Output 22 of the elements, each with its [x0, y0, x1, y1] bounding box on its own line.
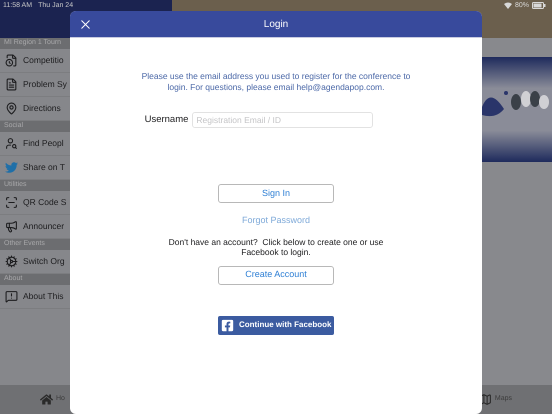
megaphone-icon	[5, 220, 18, 233]
login-instructions: Please use the email address you used to register for the conference to login. For questions, please email help@agendapop.com.	[140, 71, 412, 93]
wifi-icon	[504, 2, 512, 9]
house-icon	[40, 393, 53, 406]
facebook-button[interactable]: Continue with Facebook	[218, 316, 334, 334]
person-search-icon	[5, 137, 18, 150]
sign-in-button[interactable]: Sign In	[218, 184, 334, 203]
battery-icon	[532, 2, 546, 9]
dialog-title: Login	[264, 18, 288, 32]
document-clock-icon	[5, 54, 18, 67]
message-alert-icon	[5, 290, 18, 303]
facebook-icon	[221, 318, 234, 332]
document-icon	[5, 78, 18, 91]
scan-icon	[5, 196, 18, 209]
forgot-password-link[interactable]: Forgot Password	[242, 214, 310, 228]
username-label: Username	[144, 112, 188, 127]
username-field[interactable]: Registration Email / ID	[192, 112, 374, 128]
gear-icon	[5, 255, 18, 268]
signup-message: Don't have an account? Click below to create one or use Facebook to login.	[168, 236, 384, 256]
map-pin-icon	[5, 102, 18, 115]
bird-icon	[5, 161, 18, 174]
create-account-button[interactable]: Create Account	[218, 266, 334, 284]
